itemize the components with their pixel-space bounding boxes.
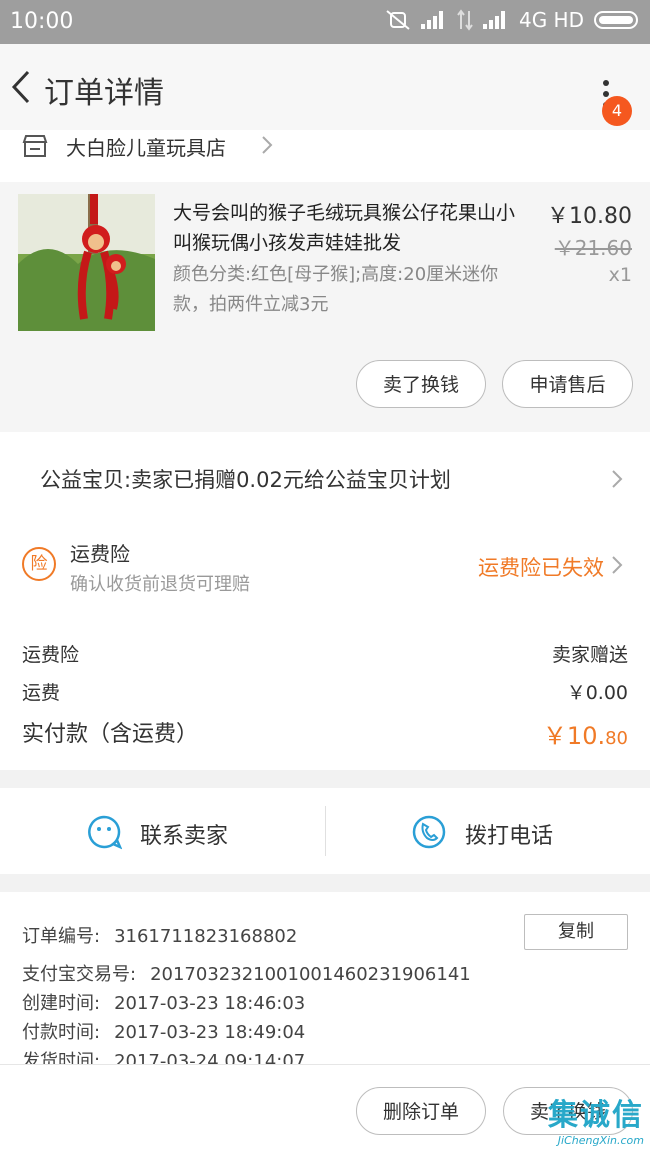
info-row-order-id: 订单编号: 3161711823168802 <box>22 922 297 948</box>
total-decimal: 80 <box>605 728 628 749</box>
fee-label: 运费 <box>22 682 61 704</box>
info-value: 2017032321001001460231906141 <box>150 964 471 985</box>
contact-seller-button[interactable]: 联系卖家 <box>0 788 325 874</box>
product-title[interactable]: 大号会叫的猴子毛绒玩具猴公仔花果山小叫猴玩偶小孩发声娃娃批发 <box>173 198 533 258</box>
status-icons: 4G HD <box>385 8 638 32</box>
notification-badge: 4 <box>602 96 632 126</box>
product-sku: 颜色分类:红色[母子猴];高度:20厘米迷你款，拍两件立减3元 <box>173 264 499 315</box>
fee-label: 运费险 <box>22 644 80 666</box>
total-main: ￥10. <box>542 722 606 750</box>
info-value: 2017-03-23 18:46:03 <box>114 993 306 1014</box>
charity-text: 公益宝贝:卖家已捐赠0.02元给公益宝贝计划 <box>40 468 451 492</box>
info-row-created: 创建时间: 2017-03-23 18:46:03 <box>22 989 305 1015</box>
total-value: ￥10.80 <box>543 716 628 751</box>
product-original-price: ￥21.60 <box>554 236 632 260</box>
sell-button[interactable]: 卖了换钱 <box>356 360 486 408</box>
insurance-title: 运费险 <box>70 542 130 566</box>
status-time: 10:00 <box>10 9 74 34</box>
watermark-logo: 集诚信 JiChengXin.com <box>548 1090 644 1147</box>
info-row-alipay-id: 支付宝交易号: 2017032321001001460231906141 <box>22 960 471 986</box>
bottom-action-bar: 删除订单 卖了换钱 集诚信 JiChengXin.com <box>0 1064 650 1155</box>
product-card[interactable]: 大号会叫的猴子毛绒玩具猴公仔花果山小叫猴玩偶小孩发声娃娃批发 颜色分类:红色[母… <box>0 182 650 432</box>
info-value: 2017-03-24 09:14:07 <box>114 1051 306 1064</box>
chevron-right-icon <box>262 136 273 154</box>
signal-icon <box>420 11 447 29</box>
mute-vibrate-icon <box>386 10 410 30</box>
back-arrow-icon[interactable] <box>6 66 40 108</box>
info-label: 发货时间: <box>22 1051 101 1064</box>
product-quantity: x1 <box>608 264 632 286</box>
watermark-en: JiChengXin.com <box>557 1134 644 1147</box>
fee-row-insurance: 运费险 卖家赠送 <box>22 640 628 667</box>
fee-row-shipping: 运费 ￥0.00 <box>22 678 628 705</box>
store-icon <box>22 135 48 157</box>
order-info: 复制 订单编号: 3161711823168802 支付宝交易号: 20170323… <box>0 892 650 1064</box>
page-title: 订单详情 <box>44 76 164 111</box>
info-row-shipped: 发货时间: 2017-03-24 09:14:07 <box>22 1047 305 1064</box>
contact-bar: 联系卖家 拨打电话 <box>0 788 650 874</box>
status-bar: 10:00 4G HD <box>0 0 650 44</box>
chevron-right-icon <box>612 470 623 488</box>
fee-row-total: 实付款（含运费） ￥10.80 <box>22 716 628 751</box>
top-nav: 订单详情 4 <box>0 44 650 130</box>
signal-icon-2 <box>482 11 509 29</box>
info-row-paid: 付款时间: 2017-03-23 18:49:04 <box>22 1018 305 1044</box>
shop-row[interactable]: 大白脸儿童玩具店 <box>0 130 650 182</box>
battery-icon <box>594 11 638 29</box>
product-price: ￥10.80 <box>547 204 632 229</box>
fee-summary: 运费险 卖家赠送 运费 ￥0.00 实付款（含运费） ￥10.80 <box>0 616 650 770</box>
call-phone-button[interactable]: 拨打电话 <box>325 788 650 874</box>
info-label: 订单编号: <box>22 926 101 947</box>
shop-name[interactable]: 大白脸儿童玩具店 <box>66 132 226 161</box>
data-arrows-icon <box>457 9 473 31</box>
product-image[interactable] <box>18 194 155 331</box>
insurance-desc: 确认收货前退货可理赔 <box>70 574 250 595</box>
watermark-cn: 集诚信 <box>548 1098 644 1133</box>
chat-bubble-icon <box>88 815 122 850</box>
after-sale-button[interactable]: 申请售后 <box>502 360 633 408</box>
fee-value: ￥0.00 <box>566 682 628 704</box>
info-label: 支付宝交易号: <box>22 964 137 985</box>
charity-row[interactable]: 公益宝贝:卖家已捐赠0.02元给公益宝贝计划 <box>0 432 650 526</box>
info-value: 2017-03-23 18:49:04 <box>114 1022 306 1043</box>
fee-value: 卖家赠送 <box>551 644 628 666</box>
delete-order-button[interactable]: 删除订单 <box>356 1087 486 1135</box>
call-phone-label: 拨打电话 <box>465 824 554 849</box>
insurance-status[interactable]: 运费险已失效 <box>478 552 604 582</box>
phone-icon <box>412 815 446 849</box>
network-type: 4G HD <box>518 8 584 32</box>
insurance-icon: 险 <box>22 547 56 581</box>
chevron-right-icon <box>612 556 623 574</box>
shipping-insurance-row[interactable]: 险 运费险 确认收货前退货可理赔 运费险已失效 <box>0 526 650 616</box>
copy-button[interactable]: 复制 <box>524 914 628 950</box>
contact-seller-label: 联系卖家 <box>140 824 229 849</box>
total-label: 实付款（含运费） <box>22 722 199 747</box>
info-label: 创建时间: <box>22 993 101 1014</box>
info-label: 付款时间: <box>22 1022 101 1043</box>
info-value: 3161711823168802 <box>114 926 298 947</box>
